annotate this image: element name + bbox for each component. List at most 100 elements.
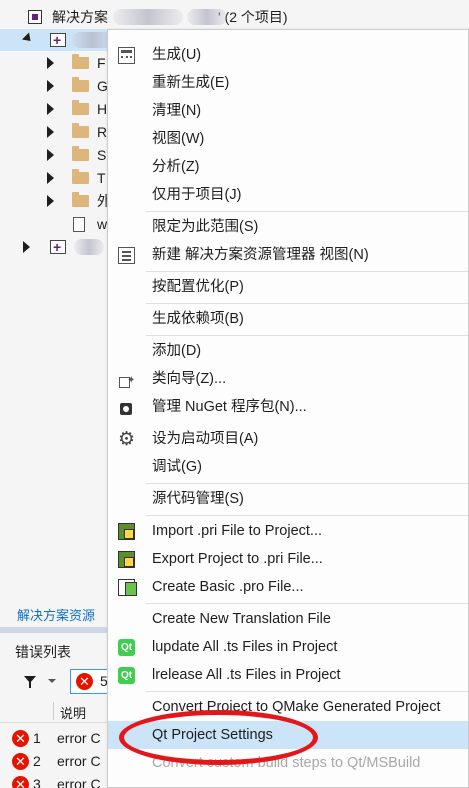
menu-item-scope-to-this[interactable]: 限定为此范围(S) — [108, 213, 468, 241]
menu-item-clean[interactable]: 清理(N) — [108, 97, 468, 125]
qt-icon: Qt — [118, 639, 135, 656]
menu-item-label: Export Project to .pri File... — [152, 551, 323, 567]
error-icon: ✕ — [76, 673, 93, 690]
menu-item-convert-qmake[interactable]: Convert Project to QMake Generated Proje… — [108, 693, 468, 721]
menu-item-partial[interactable]: ✕ — [108, 779, 468, 787]
error-icon: ✕ — [12, 776, 29, 788]
expand-icon[interactable] — [47, 80, 54, 92]
folder-icon — [72, 54, 89, 69]
folder-icon — [72, 100, 89, 115]
menu-item-label: Convert Project to QMake Generated Proje… — [152, 699, 441, 715]
menu-separator — [146, 691, 468, 692]
chevron-down-icon[interactable] — [48, 679, 56, 683]
expand-icon[interactable] — [47, 103, 54, 115]
class-wizard-icon — [118, 367, 135, 395]
menu-item-create-pro[interactable]: Create Basic .pro File... — [108, 573, 468, 601]
menu-item-new-translation[interactable]: Create New Translation File — [108, 605, 468, 633]
nuget-icon — [118, 399, 135, 416]
column-separator[interactable] — [53, 702, 54, 720]
menu-separator — [146, 483, 468, 484]
menu-item-add[interactable]: 添加(D) — [108, 337, 468, 365]
file-icon — [73, 217, 85, 232]
file-label: w — [97, 216, 108, 232]
redacted-text — [113, 9, 183, 25]
folder-label: R — [97, 124, 108, 140]
solution-node[interactable]: 解决方案 ' (2 个项目) — [0, 6, 469, 28]
expand-icon[interactable] — [23, 241, 30, 253]
menu-item-label: 调试(G) — [152, 459, 202, 475]
redacted-text — [187, 9, 227, 25]
menu-item-view[interactable]: 视图(W) — [108, 125, 468, 153]
menu-item-analyze[interactable]: 分析(Z) — [108, 153, 468, 181]
menu-item-new-explorer-view[interactable]: 新建 解决方案资源管理器 视图(N) — [108, 241, 468, 269]
menu-separator — [146, 271, 468, 272]
menu-item-set-startup[interactable]: ⚙ 设为启动项目(A) — [108, 425, 468, 453]
expand-icon[interactable] — [47, 149, 54, 161]
menu-item-class-wizard[interactable]: 类向导(Z)... — [108, 365, 468, 395]
redacted-text — [74, 239, 104, 255]
redacted-text — [72, 32, 112, 48]
menu-item-label: 类向导(Z)... — [152, 371, 227, 387]
menu-item-label: 重新生成(E) — [152, 75, 230, 91]
error-number: 1 — [33, 730, 41, 746]
menu-item-label: lupdate All .ts Files in Project — [152, 639, 338, 655]
menu-item-label: Import .pri File to Project... — [152, 523, 323, 539]
error-number: 2 — [33, 753, 41, 769]
menu-item-label: 按配置优化(P) — [152, 279, 244, 295]
menu-item-label: 生成依赖项(B) — [152, 311, 244, 327]
filter-icon[interactable] — [24, 676, 36, 688]
column-header-description[interactable]: 说明 — [60, 703, 86, 722]
new-view-icon — [118, 247, 135, 264]
menu-item-source-control[interactable]: 源代码管理(S) — [108, 485, 468, 513]
import-pri-icon — [118, 523, 135, 540]
menu-item-label: 清理(N) — [152, 103, 202, 119]
menu-item-build[interactable]: 生成(U) — [108, 41, 468, 69]
menu-item-label: 新建 解决方案资源管理器 视图(N) — [152, 247, 369, 263]
build-icon — [118, 47, 135, 64]
menu-item-pgo[interactable]: 按配置优化(P) — [108, 273, 468, 301]
menu-item-label: Convert custom build steps to Qt/MSBuild — [152, 755, 421, 771]
menu-item-label: 生成(U) — [152, 47, 202, 63]
folder-icon — [72, 146, 89, 161]
menu-item-label: 设为启动项目(A) — [152, 431, 259, 447]
menu-item-label: 源代码管理(S) — [152, 491, 244, 507]
menu-item-export-pri[interactable]: Export Project to .pri File... — [108, 545, 468, 573]
menu-item-debug[interactable]: 调试(G) — [108, 453, 468, 481]
folder-icon — [72, 169, 89, 184]
menu-item-label: Create New Translation File — [152, 611, 331, 627]
project-icon — [50, 29, 66, 51]
menu-item-label: 视图(W) — [152, 131, 205, 147]
expand-icon[interactable] — [47, 172, 54, 184]
menu-item-qt-project-settings[interactable]: Qt Project Settings — [108, 721, 468, 749]
folder-label: S — [97, 147, 107, 163]
create-pro-icon — [118, 579, 137, 596]
solution-icon — [28, 10, 42, 24]
folder-icon — [72, 77, 89, 92]
menu-item-build-dependencies[interactable]: 生成依赖项(B) — [108, 305, 468, 333]
solution-explorer-tab[interactable]: 解决方案资源 — [17, 605, 95, 624]
menu-item-lrelease[interactable]: Qt lrelease All .ts Files in Project — [108, 661, 468, 689]
menu-item-import-pri[interactable]: Import .pri File to Project... — [108, 517, 468, 545]
expand-icon[interactable] — [47, 57, 54, 69]
error-text: error C — [57, 776, 101, 788]
menu-item-label: 限定为此范围(S) — [152, 219, 259, 235]
external-folder-icon — [72, 192, 89, 207]
expand-icon[interactable] — [47, 126, 54, 138]
error-icon: ✕ — [12, 753, 29, 770]
menu-item-manage-nuget[interactable]: 管理 NuGet 程序包(N)... — [108, 393, 468, 421]
menu-item-lupdate[interactable]: Qt lupdate All .ts Files in Project — [108, 633, 468, 661]
project-context-menu: 生成(U) 重新生成(E) 清理(N) 视图(W) 分析(Z) 仅用于项目(J)… — [107, 29, 469, 788]
menu-item-project-only[interactable]: 仅用于项目(J) — [108, 181, 468, 209]
menu-item-label: 仅用于项目(J) — [152, 187, 242, 203]
menu-separator — [146, 335, 468, 336]
menu-item-label: 管理 NuGet 程序包(N)... — [152, 399, 307, 415]
menu-item-rebuild[interactable]: 重新生成(E) — [108, 69, 468, 97]
project-icon — [50, 236, 66, 258]
expand-icon[interactable] — [47, 195, 54, 207]
error-text: error C — [57, 730, 101, 746]
menu-item-label: Create Basic .pro File... — [152, 579, 304, 595]
menu-item-label: 添加(D) — [152, 343, 202, 359]
menu-item-label: 分析(Z) — [152, 159, 200, 175]
expand-open-icon[interactable] — [21, 32, 35, 45]
gear-icon: ⚙ — [118, 429, 136, 450]
